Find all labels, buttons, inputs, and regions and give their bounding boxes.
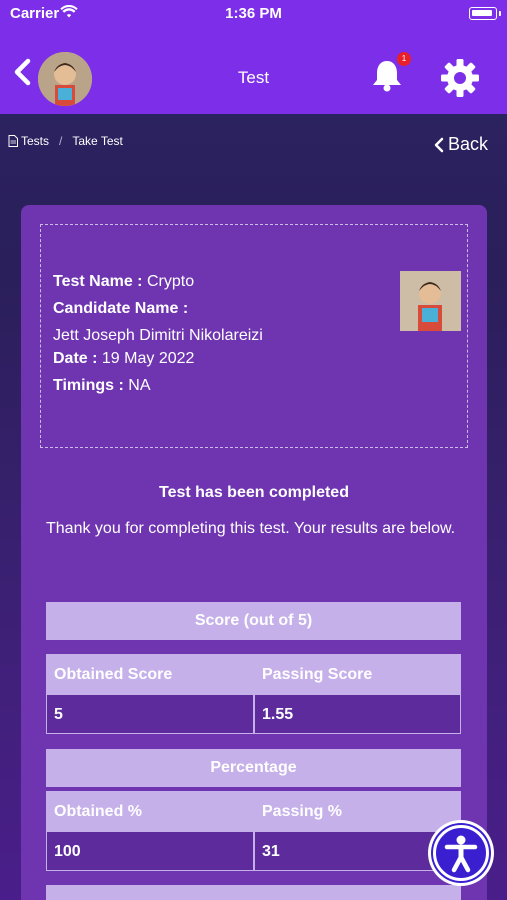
timings-row: Timings : NA <box>53 377 151 395</box>
app-header: Test 1 <box>0 28 507 114</box>
passing-score-value: 1.55 <box>254 694 461 734</box>
battery-tip <box>499 11 501 16</box>
page-title: Test <box>237 68 270 87</box>
breadcrumb-separator: / <box>59 134 63 148</box>
breadcrumb: Tests / Take Test <box>8 134 123 148</box>
test-name-label: Test Name : <box>53 273 143 290</box>
test-info-box: Test Name : Crypto Candidate Name : Jett… <box>40 224 468 448</box>
obtained-percent-value: 100 <box>46 831 254 871</box>
gear-icon[interactable] <box>440 58 480 98</box>
completion-title: Test has been completed <box>159 484 349 501</box>
next-table-cell <box>184 885 322 900</box>
date-label: Date : <box>53 350 98 367</box>
clock: 1:36 PM <box>225 5 282 22</box>
accessibility-icon <box>433 825 489 881</box>
date-value: 19 May 2022 <box>101 350 195 367</box>
test-name-row: Test Name : Crypto <box>53 273 194 291</box>
completion-message: Thank you for completing this test. Your… <box>46 520 456 537</box>
timings-value: NA <box>128 377 151 394</box>
result-card: Test Name : Crypto Candidate Name : Jett… <box>21 205 487 900</box>
back-label: Back <box>448 134 489 154</box>
test-name-value: Crypto <box>146 273 195 290</box>
candidate-name-row: Candidate Name : <box>53 300 188 318</box>
score-heading: Score (out of 5) <box>46 602 461 640</box>
obtained-percent-label: Obtained % <box>46 791 254 831</box>
candidate-photo <box>400 271 461 331</box>
obtained-score-label: Obtained Score <box>46 654 254 694</box>
breadcrumb-take-test: Take Test <box>72 134 123 148</box>
notification-badge: 1 <box>397 52 411 66</box>
status-bar: Carrier 1:36 PM <box>0 0 507 28</box>
candidate-name-label: Candidate Name : <box>53 300 189 317</box>
passing-percent-label: Passing % <box>254 791 461 831</box>
accessibility-button[interactable] <box>428 820 494 886</box>
date-row: Date : 19 May 2022 <box>53 350 194 368</box>
timings-label: Timings : <box>53 377 124 394</box>
passing-score-label: Passing Score <box>254 654 461 694</box>
next-table-cell <box>322 885 461 900</box>
battery-icon <box>469 7 497 20</box>
back-button[interactable]: Back <box>434 134 488 155</box>
chevron-left-icon <box>434 137 444 152</box>
document-icon <box>8 135 18 147</box>
candidate-name-value: Jett Joseph Dimitri Nikolareizi <box>53 327 263 344</box>
percentage-heading: Percentage <box>46 749 461 787</box>
next-table-cell <box>46 885 184 900</box>
obtained-score-value: 5 <box>46 694 254 734</box>
breadcrumb-tests[interactable]: Tests <box>21 134 49 148</box>
